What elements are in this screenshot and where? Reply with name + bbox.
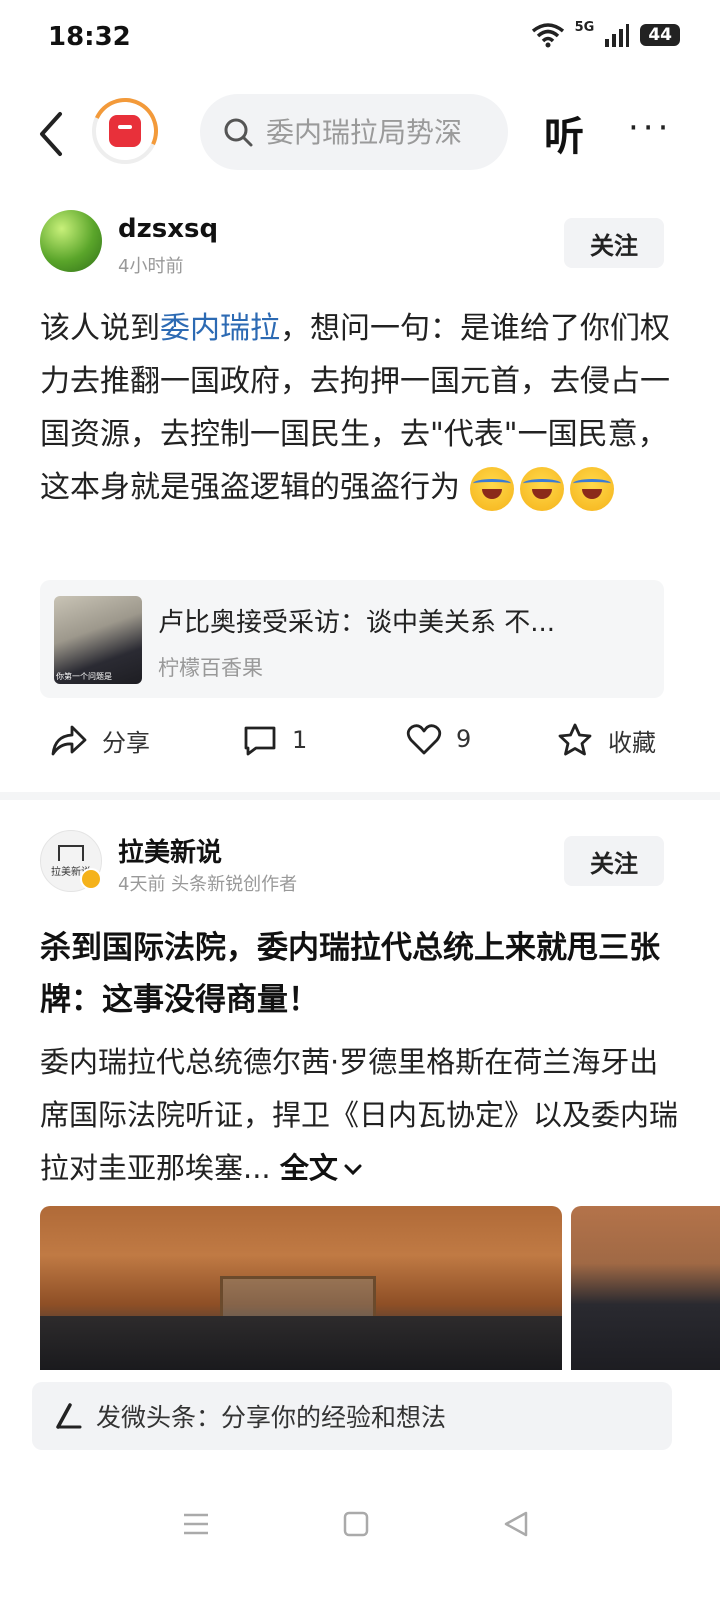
thumbnail-caption: 你第一个问题是 <box>56 672 112 681</box>
article-image[interactable] <box>571 1206 720 1370</box>
post-author[interactable]: 拉美新说 <box>118 832 222 869</box>
laugh-cry-emoji-icon <box>469 466 514 511</box>
app-logo[interactable] <box>82 88 168 174</box>
search-input[interactable] <box>264 114 498 150</box>
content-text: 该人说到 <box>40 311 160 346</box>
article-image[interactable] <box>40 1206 562 1370</box>
laugh-cry-emoji-icon <box>519 466 564 511</box>
share-label: 分享 <box>102 728 150 757</box>
article-summary[interactable]: 委内瑞拉代总统德尔茜·罗德里格斯在荷兰海牙出席国际法院听证，捍卫《日内瓦协定》以… <box>40 1036 680 1195</box>
favorite-label: 收藏 <box>608 728 656 757</box>
article-thumbnail: 你第一个问题是 <box>54 596 142 684</box>
share-icon <box>51 725 87 756</box>
system-nav-bar <box>0 1490 720 1560</box>
verified-badge-icon <box>80 868 102 890</box>
topic-link[interactable]: 委内瑞拉 <box>160 311 280 346</box>
back-nav-icon[interactable] <box>502 1510 530 1538</box>
menu-icon[interactable] <box>182 1510 210 1538</box>
heart-icon <box>406 724 442 755</box>
comment-count: 1 <box>292 726 308 754</box>
status-icons: 5G 44 <box>531 19 680 48</box>
chevron-down-icon <box>344 1164 362 1176</box>
image-detail <box>40 1316 562 1370</box>
status-time: 18:32 <box>48 22 131 52</box>
article-source: 柠檬百香果 <box>158 656 263 680</box>
compose-placeholder: 发微头条：分享你的经验和想法 <box>96 1403 447 1432</box>
post-time: 4小时前 <box>118 256 184 277</box>
back-button[interactable] <box>34 108 74 160</box>
article-headline[interactable]: 杀到国际法院，委内瑞拉代总统上来就甩三张牌：这事没得商量！ <box>40 922 680 1026</box>
article-title: 卢比奥接受采访：谈中美关系 不... <box>158 608 556 638</box>
listen-button[interactable]: 听 <box>544 104 584 162</box>
search-icon <box>224 118 253 147</box>
avatar[interactable] <box>40 210 102 272</box>
share-button[interactable]: 分享 <box>50 722 150 758</box>
pen-icon <box>56 1403 82 1429</box>
search-bar[interactable] <box>200 94 508 170</box>
compose-bar[interactable]: 发微头条：分享你的经验和想法 <box>32 1382 672 1450</box>
favorite-button[interactable]: 收藏 <box>556 722 656 758</box>
chevron-left-icon <box>40 112 62 156</box>
home-icon[interactable] <box>342 1510 370 1538</box>
more-button[interactable]: ··· <box>628 108 672 148</box>
network-label: 5G <box>574 19 595 35</box>
full-text-label: 全文 <box>279 1151 338 1185</box>
battery-indicator: 44 <box>640 24 680 46</box>
wifi-icon <box>531 23 564 48</box>
star-icon <box>558 723 592 756</box>
signal-icon <box>605 24 630 47</box>
post-meta: 4天前 头条新锐创作者 <box>118 874 298 895</box>
follow-button[interactable]: 关注 <box>564 218 664 268</box>
like-button[interactable]: 9 <box>406 722 471 756</box>
post-content[interactable]: 该人说到委内瑞拉，想问一句：是谁给了你们权力去推翻一国政府，去拘押一国元首，去侵… <box>40 302 672 514</box>
comment-icon <box>244 726 276 756</box>
status-bar: 18:32 5G 44 <box>0 0 720 80</box>
full-text-link[interactable]: 全文 <box>280 1151 364 1185</box>
laugh-cry-emoji-icon <box>569 466 614 511</box>
building-icon <box>58 844 84 861</box>
follow-button[interactable]: 关注 <box>564 836 664 886</box>
comment-button[interactable]: 1 <box>242 722 307 758</box>
like-count: 9 <box>456 725 472 753</box>
post-author[interactable]: dzsxsq <box>118 214 218 244</box>
quoted-article-card[interactable]: 你第一个问题是 卢比奥接受采访：谈中美关系 不... 柠檬百香果 <box>40 580 664 698</box>
section-divider <box>0 792 720 800</box>
post-actions: 分享 1 9 收藏 <box>0 722 720 766</box>
red-packet-icon <box>109 115 141 147</box>
